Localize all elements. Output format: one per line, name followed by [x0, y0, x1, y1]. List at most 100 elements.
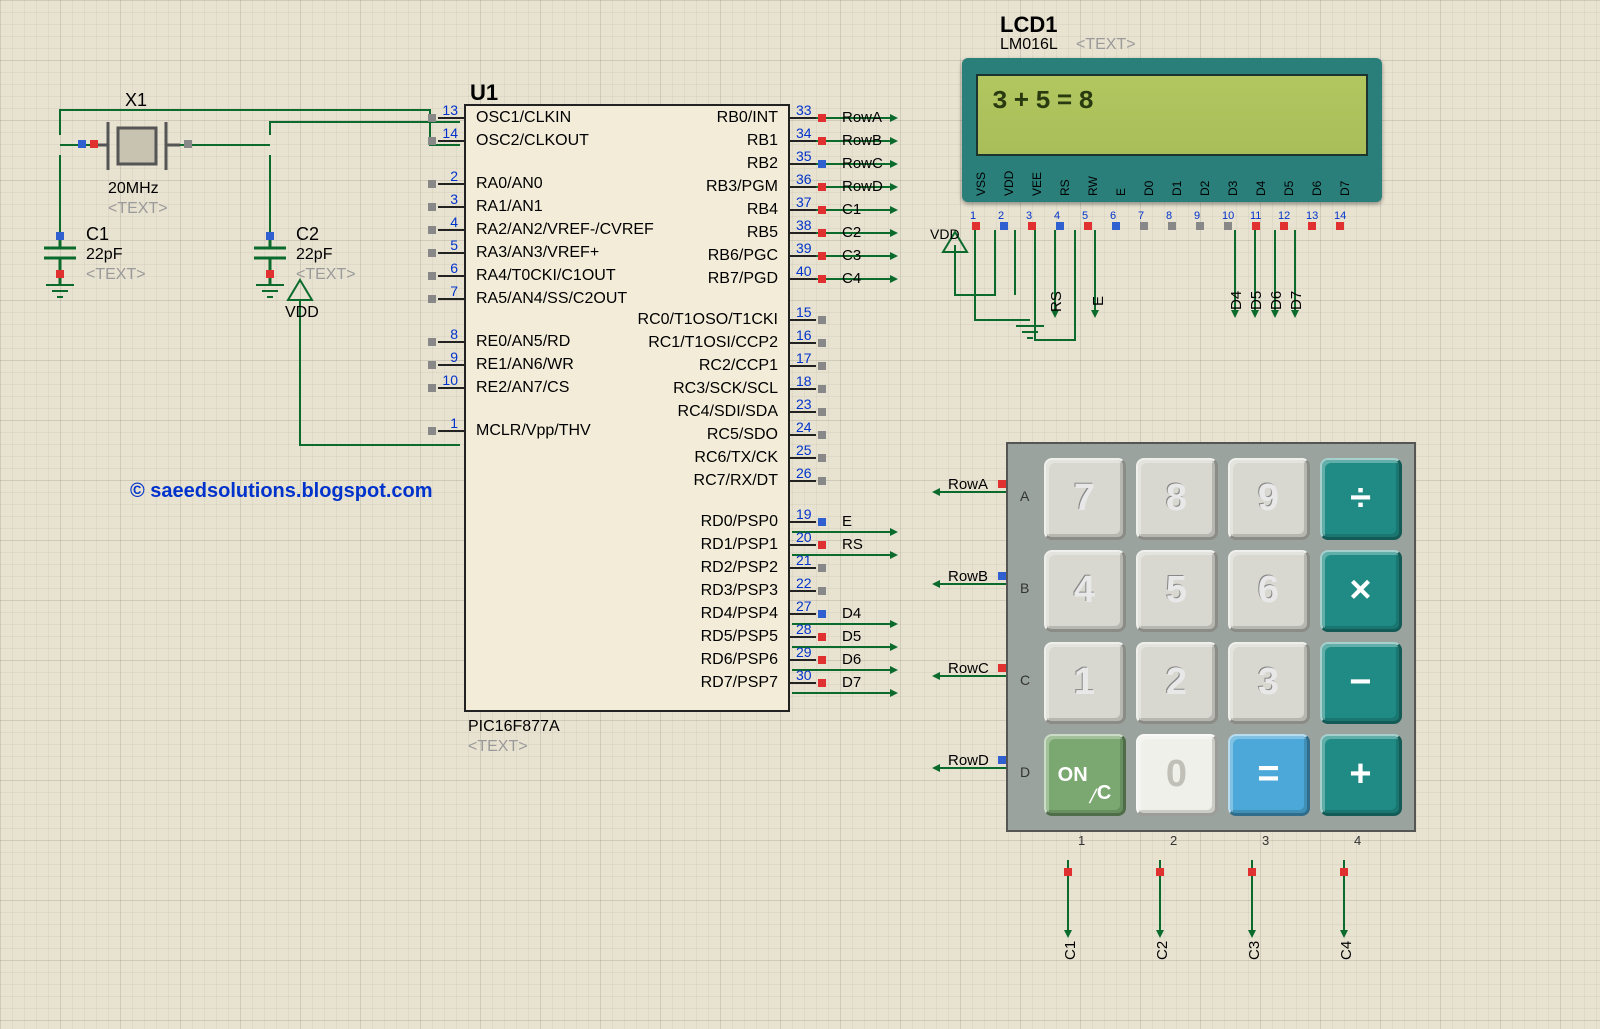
net-label-C1: C1 — [1062, 941, 1079, 960]
u1-pin-label: RE2/AN7/CS — [476, 379, 569, 397]
keypad-key-4[interactable]: 4 — [1044, 550, 1126, 632]
net-label-RowB: RowB — [948, 568, 988, 585]
keypad-row-label: C — [1020, 672, 1030, 688]
c2-value: 22pF — [296, 246, 332, 264]
lcd-net-d6: D6 — [1268, 291, 1285, 310]
keypad-key-6[interactable]: 6 — [1228, 550, 1310, 632]
u1-pin-label: RC4/SDI/SDA — [678, 403, 778, 421]
lcd-pin-num: 3 — [1026, 210, 1032, 222]
keypad-key-=[interactable]: = — [1228, 734, 1310, 816]
credit-link[interactable]: © saeedsolutions.blogspot.com — [130, 480, 433, 503]
lcd-pin-num: 13 — [1306, 210, 1318, 222]
lcd-pin-label: E — [1114, 188, 1128, 196]
u1-pin-num: 34 — [796, 125, 812, 141]
u1-pin-label: RB1 — [747, 132, 778, 150]
keypad-key-÷[interactable]: ÷ — [1320, 458, 1402, 540]
keypad-key-2[interactable]: 2 — [1136, 642, 1218, 724]
net-label-RowA: RowA — [948, 476, 988, 493]
pin-marker — [90, 140, 98, 148]
keypad-row-label: B — [1020, 580, 1029, 596]
lcd-pin-label: D3 — [1226, 181, 1240, 196]
lcd-pin-num: 5 — [1082, 210, 1088, 222]
u1-pin-label: RA5/AN4/SS/C2OUT — [476, 290, 627, 308]
u1-pin-num: 26 — [796, 465, 812, 481]
u1-pin-label: RB6/PGC — [708, 247, 778, 265]
u1-pin-label: RB4 — [747, 201, 778, 219]
keypad-key-3[interactable]: 3 — [1228, 642, 1310, 724]
pin-marker — [78, 140, 86, 148]
u1-pin-num: 20 — [796, 529, 812, 545]
u1-pin-label: RD4/PSP4 — [701, 605, 778, 623]
lcd-part: LM016L — [1000, 36, 1058, 54]
lcd-net-rs: RS — [1048, 291, 1065, 312]
keypad-key-7[interactable]: 7 — [1044, 458, 1126, 540]
u1-pin-label: RC7/RX/DT — [694, 472, 778, 490]
c1-value: 22pF — [86, 246, 122, 264]
pin-marker — [266, 270, 274, 278]
lcd-pin-label: D5 — [1282, 181, 1296, 196]
net-label-C2: C2 — [1154, 941, 1171, 960]
u1-pin-label: RC3/SCK/SCL — [673, 380, 778, 398]
lcd-pin-num: 10 — [1222, 210, 1234, 222]
lcd-net-d5: D5 — [1248, 291, 1265, 310]
crystal-ref: X1 — [125, 90, 147, 111]
u1-pin-label: RD7/PSP7 — [701, 674, 778, 692]
keypad[interactable]: 789÷456×123−ON╱C0=+ ABCD 1234 — [1006, 442, 1416, 832]
lcd-vdd-label: VDD — [930, 226, 960, 242]
u1-pin-num: 17 — [796, 350, 812, 366]
net-label-C3: C3 — [1246, 941, 1263, 960]
lcd-pin-label: D7 — [1338, 181, 1352, 196]
keypad-key-×[interactable]: × — [1320, 550, 1402, 632]
keypad-col-label: 2 — [1170, 833, 1177, 848]
keypad-col-label: 3 — [1262, 833, 1269, 848]
lcd-pin-num: 9 — [1194, 210, 1200, 222]
u1-pin-num: 30 — [796, 667, 812, 683]
keypad-key-+[interactable]: + — [1320, 734, 1402, 816]
u1-pin-num: 36 — [796, 171, 812, 187]
lcd-pin-num: 11 — [1250, 210, 1261, 222]
crystal-placeholder: <TEXT> — [108, 200, 168, 218]
keypad-key-ON/C[interactable]: ON╱C — [1044, 734, 1126, 816]
keypad-key-1[interactable]: 1 — [1044, 642, 1126, 724]
lcd-pin-num: 14 — [1334, 210, 1346, 222]
net-label: C3 — [842, 247, 861, 264]
pin-marker — [184, 140, 192, 148]
u1-pin-label: RD5/PSP5 — [701, 628, 778, 646]
pin-marker — [56, 232, 64, 240]
u1-pin-label: RD1/PSP1 — [701, 536, 778, 554]
u1-pin-label: OSC2/CLKOUT — [476, 132, 589, 150]
lcd-placeholder: <TEXT> — [1076, 36, 1136, 54]
net-label: RowA — [842, 109, 882, 126]
lcd-pin-label: D0 — [1142, 181, 1156, 196]
u1-placeholder: <TEXT> — [468, 738, 528, 756]
net-label: RS — [842, 536, 863, 553]
u1-pin-num: 19 — [796, 506, 812, 522]
lcd-pin-num: 4 — [1054, 210, 1060, 222]
u1-pin-num: 24 — [796, 419, 812, 435]
u1-pin-num: 35 — [796, 148, 812, 164]
keypad-key-−[interactable]: − — [1320, 642, 1402, 724]
u1-pin-num: 29 — [796, 644, 812, 660]
lcd-pin-label: D1 — [1170, 181, 1184, 196]
lcd-pin-num: 1 — [970, 210, 976, 222]
keypad-key-5[interactable]: 5 — [1136, 550, 1218, 632]
u1-pin-label: RA1/AN1 — [476, 198, 543, 216]
keypad-col-label: 4 — [1354, 833, 1361, 848]
u1-pin-num: 23 — [796, 396, 812, 412]
u1-pin-num: 18 — [796, 373, 812, 389]
keypad-key-8[interactable]: 8 — [1136, 458, 1218, 540]
u1-pin-num: 33 — [796, 102, 812, 118]
keypad-key-0[interactable]: 0 — [1136, 734, 1218, 816]
net-label: RowD — [842, 178, 883, 195]
u1-pin-label: RD6/PSP6 — [701, 651, 778, 669]
lcd-pin-num: 6 — [1110, 210, 1116, 222]
keypad-key-9[interactable]: 9 — [1228, 458, 1310, 540]
u1-pin-label: RE1/AN6/WR — [476, 356, 574, 374]
u1-pin-label: RB0/INT — [717, 109, 778, 127]
net-label-C4: C4 — [1338, 941, 1355, 960]
u1-pin-label: RC5/SDO — [707, 426, 778, 444]
u1-pin-label: RD3/PSP3 — [701, 582, 778, 600]
u1-pin-label: RC0/T1OSO/T1CKI — [638, 311, 778, 329]
keypad-col-label: 1 — [1078, 833, 1085, 848]
pin-marker — [56, 270, 64, 278]
